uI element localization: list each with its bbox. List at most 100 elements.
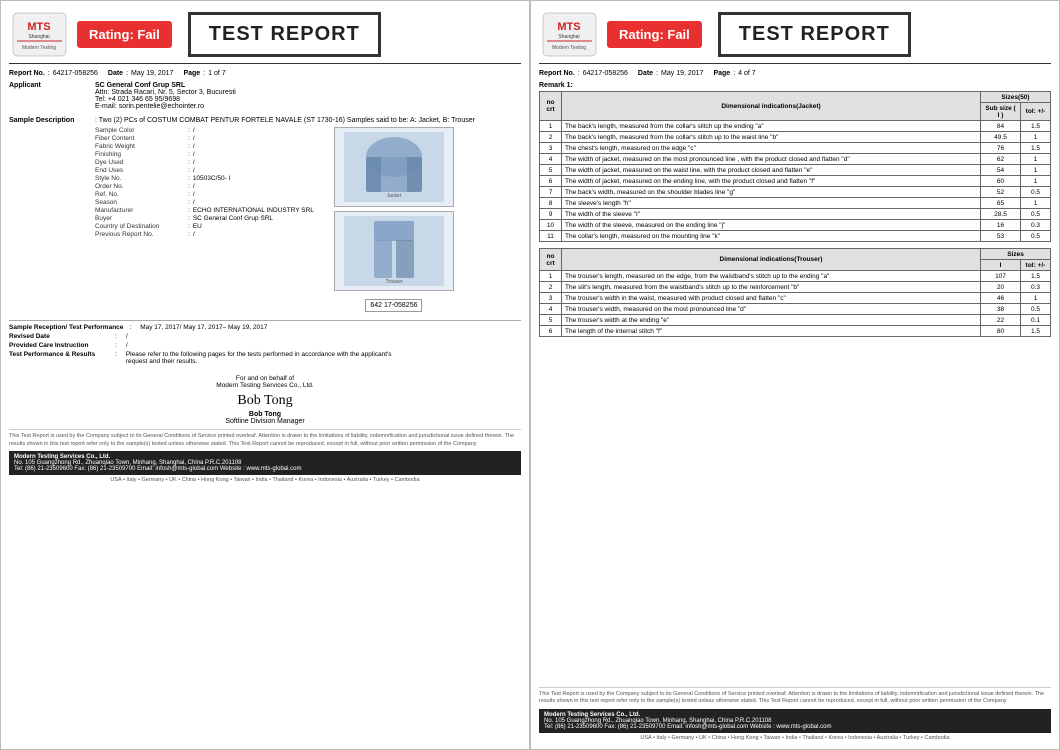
jacket-row-size: 54 bbox=[981, 165, 1021, 176]
sample-image-trouser: Trouser bbox=[334, 211, 454, 291]
sample-color-value: / bbox=[193, 127, 195, 134]
logo-area-2: MTS Shanghai Modern Testing bbox=[539, 9, 599, 59]
page-item: Page : 1 of 7 bbox=[183, 70, 225, 77]
jacket-th-tol: tol: +/- bbox=[1021, 103, 1051, 121]
trouser-row-size: 80 bbox=[981, 326, 1021, 337]
jacket-image: Jacket bbox=[344, 132, 444, 202]
date-value: May 19, 2017 bbox=[131, 70, 173, 77]
trouser-row-tol: 0.5 bbox=[1021, 304, 1051, 315]
report-no-sep-2: : bbox=[578, 70, 580, 77]
trouser-row-tol: 1.5 bbox=[1021, 271, 1051, 282]
ref-no-label: Ref. No. bbox=[95, 191, 185, 198]
jacket-th-desc: Dimensional indications(Jacket) bbox=[562, 92, 981, 121]
trouser-row-desc: The slit's length, measured from the wai… bbox=[562, 282, 981, 293]
fiber-content-row: Fiber Content : / bbox=[95, 135, 314, 142]
table-row: 3 The chest's length, measured on the ed… bbox=[540, 143, 1051, 154]
page-value-2: 4 of 7 bbox=[738, 70, 756, 77]
barcode: 642 17-058256 bbox=[365, 299, 422, 312]
date-item-2: Date : May 19, 2017 bbox=[638, 70, 704, 77]
country-value: EU bbox=[193, 223, 202, 230]
report-no-value: 64217-058256 bbox=[53, 70, 98, 77]
svg-text:Trouser: Trouser bbox=[385, 279, 402, 285]
signature-name: Bob Tong bbox=[9, 411, 521, 418]
jacket-row-tol: 1 bbox=[1021, 198, 1051, 209]
buyer-value: SC General Conf Grup SRL bbox=[193, 215, 273, 222]
page-value: 1 of 7 bbox=[208, 70, 226, 77]
buyer-row: Buyer : SC General Conf Grup SRL bbox=[95, 215, 314, 222]
buyer-label: Buyer bbox=[95, 215, 185, 222]
style-no-sep: : bbox=[188, 175, 190, 182]
report-meta-2: Report No. : 64217-058256 Date : May 19,… bbox=[539, 70, 1051, 77]
applicant-addr: Attn: Strada Racari, Nr. 5, Sector 3, Bu… bbox=[95, 89, 236, 96]
reception-value: May 17, 2017/ May 17, 2017– May 19, 2017 bbox=[140, 324, 267, 331]
jacket-row-tol: 1 bbox=[1021, 132, 1051, 143]
trouser-row-no: 4 bbox=[540, 304, 562, 315]
jacket-row-size: 52 bbox=[981, 187, 1021, 198]
results-label: Test Performance & Results bbox=[9, 351, 109, 365]
footer-section: Modern Testing Services Co., Ltd. No. 10… bbox=[9, 451, 521, 475]
jacket-row-tol: 1 bbox=[1021, 154, 1051, 165]
order-no-value: / bbox=[193, 183, 195, 190]
jacket-row-no: 4 bbox=[540, 154, 562, 165]
applicant-name: SC General Conf Grup SRL bbox=[95, 82, 236, 89]
trouser-th-sizes: Sizes bbox=[981, 249, 1051, 260]
prev-report-sep: : bbox=[188, 231, 190, 238]
table-row: 11 The collar's length, measured on the … bbox=[540, 231, 1051, 242]
signature-title: Softline Division Manager bbox=[9, 418, 521, 425]
company-text: Modern Testing Services Co., Ltd. bbox=[9, 382, 521, 389]
jacket-row-no: 8 bbox=[540, 198, 562, 209]
trouser-row-desc: The trouser's width in the waist, measur… bbox=[562, 293, 981, 304]
fiber-content-value: / bbox=[193, 135, 195, 142]
manufacturer-row: Manufacturer : ECHO INTERNATIONAL INDUST… bbox=[95, 207, 314, 214]
footer-countries: USA • Italy • Germany • UK • China • Hon… bbox=[9, 477, 521, 483]
table-row: 6 The length of the internal stitch "f" … bbox=[540, 326, 1051, 337]
page-1: MTS Shanghai Modern Testing Rating: Fail… bbox=[0, 0, 530, 750]
trouser-th-subsize: I bbox=[981, 260, 1021, 271]
dye-used-label: Dye Used bbox=[95, 159, 185, 166]
signature-section: For and on behalf of Modern Testing Serv… bbox=[9, 375, 521, 425]
sample-desc-content: : Two (2) PCs of COSTUM COMBAT PENTUR FO… bbox=[95, 117, 475, 312]
table-row: 3 The trouser's width in the waist, meas… bbox=[540, 293, 1051, 304]
svg-text:Modern Testing: Modern Testing bbox=[21, 45, 55, 51]
end-uses-row: End Uses : / bbox=[95, 167, 314, 174]
trouser-table: no crt Dimensional indications(Trouser) … bbox=[539, 248, 1051, 337]
jacket-th-no: no crt bbox=[540, 92, 562, 121]
trouser-row-size: 107 bbox=[981, 271, 1021, 282]
applicant-section: Applicant SC General Conf Grup SRL Attn:… bbox=[9, 82, 521, 110]
buyer-sep: : bbox=[188, 215, 190, 222]
results-sep: : bbox=[115, 351, 117, 365]
dye-used-row: Dye Used : / bbox=[95, 159, 314, 166]
care-value: / bbox=[126, 342, 128, 349]
ref-no-value: / bbox=[193, 191, 195, 198]
end-uses-label: End Uses bbox=[95, 167, 185, 174]
reception-section: Sample Reception/ Test Performance : May… bbox=[9, 320, 521, 365]
page-2: MTS Shanghai Modern Testing Rating: Fail… bbox=[530, 0, 1060, 750]
manufacturer-value: ECHO INTERNATIONAL INDUSTRY SRL bbox=[193, 207, 314, 214]
manufacturer-label: Manufacturer bbox=[95, 207, 185, 214]
revised-label: Revised Date bbox=[9, 333, 109, 340]
dye-used-sep: : bbox=[188, 159, 190, 166]
sample-image-jacket: Jacket bbox=[334, 127, 454, 207]
revised-value: / bbox=[126, 333, 128, 340]
trouser-row-no: 6 bbox=[540, 326, 562, 337]
disclaimer-text-2: This Test Report is used by the Company … bbox=[539, 687, 1051, 706]
rating-fail-badge-2: Rating: Fail bbox=[607, 21, 702, 48]
svg-text:MTS: MTS bbox=[557, 21, 580, 33]
date-sep-2: : bbox=[656, 70, 658, 77]
reception-row: Sample Reception/ Test Performance : May… bbox=[9, 324, 521, 331]
report-no-sep: : bbox=[48, 70, 50, 77]
jacket-row-tol: 0.5 bbox=[1021, 209, 1051, 220]
trouser-row-desc: The length of the internal stitch "f" bbox=[562, 326, 981, 337]
test-report-title-2: TEST REPORT bbox=[718, 12, 911, 57]
date-label: Date bbox=[108, 70, 123, 77]
fabric-weight-value: / bbox=[193, 143, 195, 150]
prev-report-value: / bbox=[193, 231, 195, 238]
jacket-row-no: 7 bbox=[540, 187, 562, 198]
trouser-row-tol: 0.3 bbox=[1021, 282, 1051, 293]
style-no-value: 10503C/50- I bbox=[193, 175, 231, 182]
svg-text:MTS: MTS bbox=[27, 21, 50, 33]
jacket-row-no: 3 bbox=[540, 143, 562, 154]
sample-images: Jacket Trouser 642 1 bbox=[334, 127, 454, 312]
svg-text:Jacket: Jacket bbox=[387, 193, 402, 199]
footer-section-2: Modern Testing Services Co., Ltd. No. 10… bbox=[539, 709, 1051, 733]
